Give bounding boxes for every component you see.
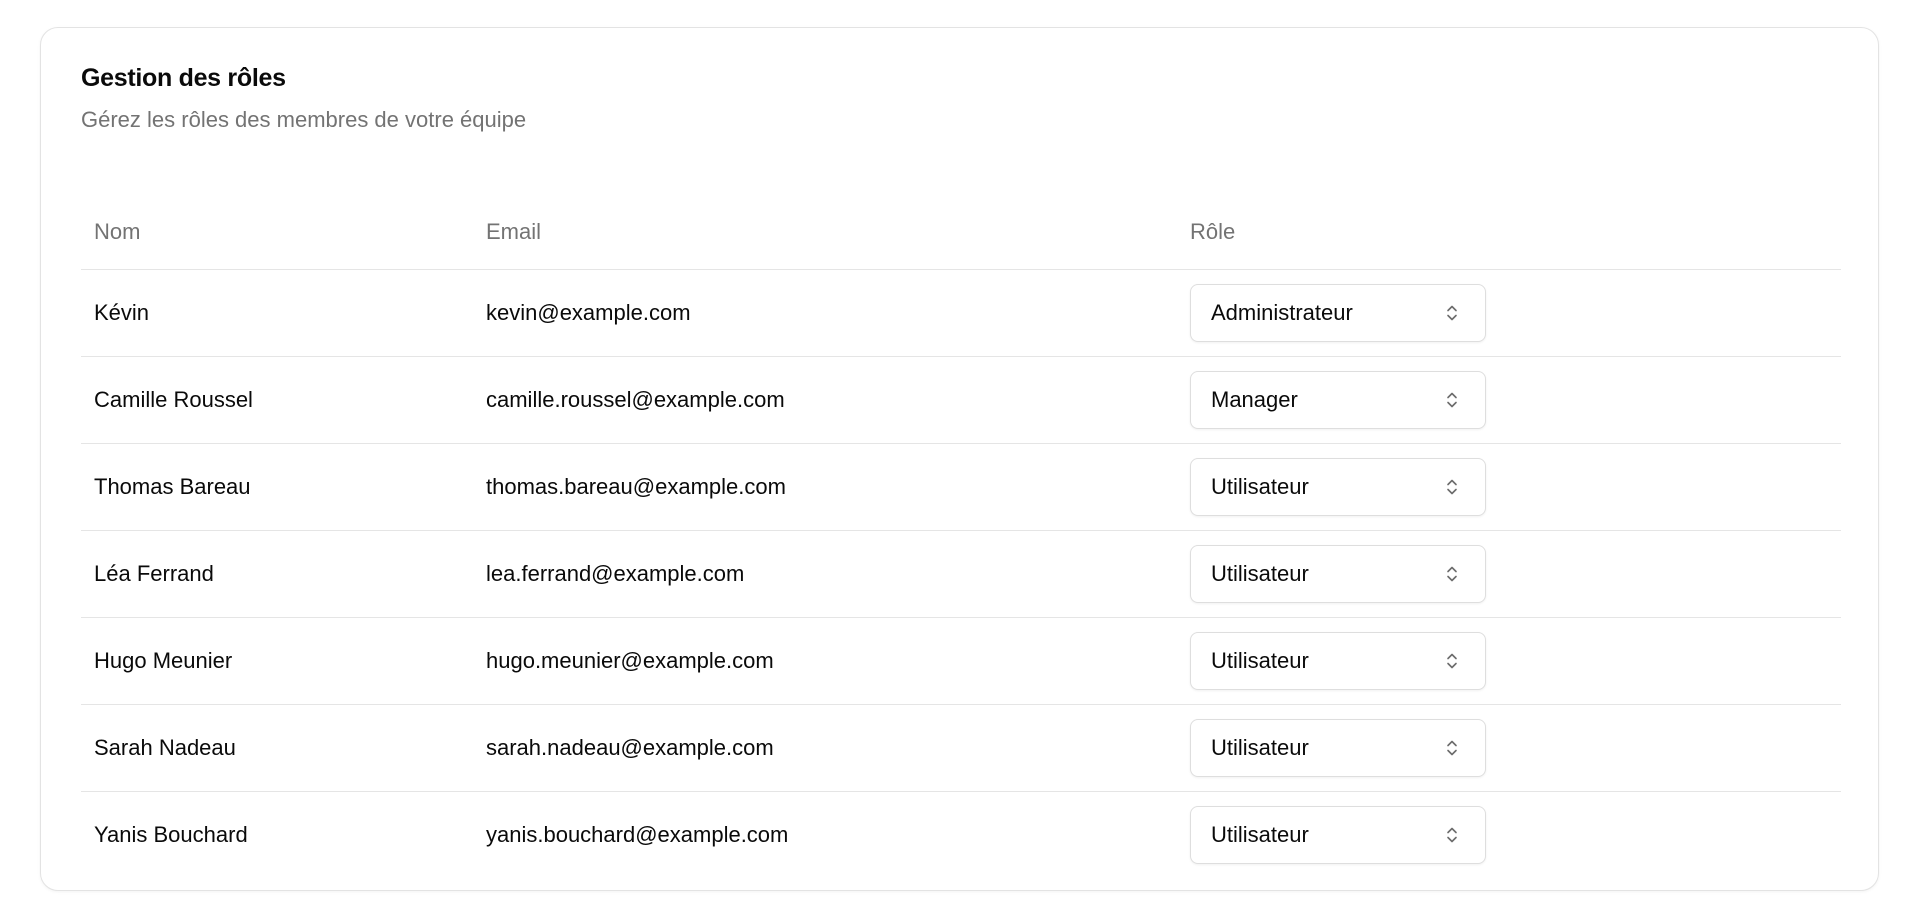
member-email: thomas.bareau@example.com [473,443,1177,531]
table-row: Sarah Nadeau sarah.nadeau@example.com Ut… [81,704,1841,792]
role-cell: Utilisateur [1177,704,1841,792]
role-select[interactable]: Manager [1190,371,1486,429]
member-email: kevin@example.com [473,269,1177,357]
column-header-role: Rôle [1177,194,1841,270]
role-cell: Utilisateur [1177,792,1841,879]
role-select[interactable]: Administrateur [1190,284,1486,342]
member-email: hugo.meunier@example.com [473,617,1177,705]
roles-card: Gestion des rôles Gérez les rôles des me… [40,27,1879,891]
member-name: Camille Roussel [81,356,473,444]
role-select-value: Utilisateur [1211,474,1309,499]
table-row: Hugo Meunier hugo.meunier@example.com Ut… [81,617,1841,705]
role-cell: Manager [1177,356,1841,444]
role-select-value: Manager [1211,387,1298,412]
role-cell: Utilisateur [1177,617,1841,705]
chevron-up-down-icon [1447,305,1457,321]
role-select-value: Utilisateur [1211,822,1309,847]
role-select[interactable]: Utilisateur [1190,632,1486,690]
chevron-up-down-icon [1447,827,1457,843]
member-name: Léa Ferrand [81,530,473,618]
table-row: Yanis Bouchard yanis.bouchard@example.co… [81,792,1841,879]
role-select[interactable]: Utilisateur [1190,458,1486,516]
role-select-value: Utilisateur [1211,648,1309,673]
table-row: Kévin kevin@example.com Administrateur [81,269,1841,357]
role-select[interactable]: Utilisateur [1190,806,1486,864]
role-select-value: Utilisateur [1211,561,1309,586]
table-row: Léa Ferrand lea.ferrand@example.com Util… [81,530,1841,618]
role-select[interactable]: Utilisateur [1190,719,1486,777]
chevron-up-down-icon [1447,566,1457,582]
table-header-row: Nom Email Rôle [81,194,1841,270]
role-cell: Utilisateur [1177,443,1841,531]
column-header-email: Email [473,194,1177,270]
member-email: sarah.nadeau@example.com [473,704,1177,792]
chevron-up-down-icon [1447,740,1457,756]
member-email: camille.roussel@example.com [473,356,1177,444]
chevron-up-down-icon [1447,653,1457,669]
role-cell: Utilisateur [1177,530,1841,618]
card-title: Gestion des rôles [81,64,286,92]
table-header: Nom Email Rôle [81,194,1841,270]
table-row: Camille Roussel camille.roussel@example.… [81,356,1841,444]
table-body: Kévin kevin@example.com Administrateur C… [81,269,1841,879]
card-subtitle: Gérez les rôles des membres de votre équ… [81,107,527,132]
role-cell: Administrateur [1177,269,1841,357]
column-header-name: Nom [81,194,473,270]
table-row: Thomas Bareau thomas.bareau@example.com … [81,443,1841,531]
roles-table: Nom Email Rôle Kévin kevin@example.com A… [81,194,1841,878]
member-name: Thomas Bareau [81,443,473,531]
chevron-up-down-icon [1447,479,1457,495]
role-select[interactable]: Utilisateur [1190,545,1486,603]
member-name: Sarah Nadeau [81,704,473,792]
role-select-value: Utilisateur [1211,735,1309,760]
member-name: Kévin [81,269,473,357]
member-email: yanis.bouchard@example.com [486,822,789,847]
chevron-up-down-icon [1447,392,1457,408]
member-email: lea.ferrand@example.com [473,530,1177,618]
member-name: Yanis Bouchard [94,822,248,847]
member-name: Hugo Meunier [81,617,473,705]
role-select-value: Administrateur [1211,300,1353,325]
